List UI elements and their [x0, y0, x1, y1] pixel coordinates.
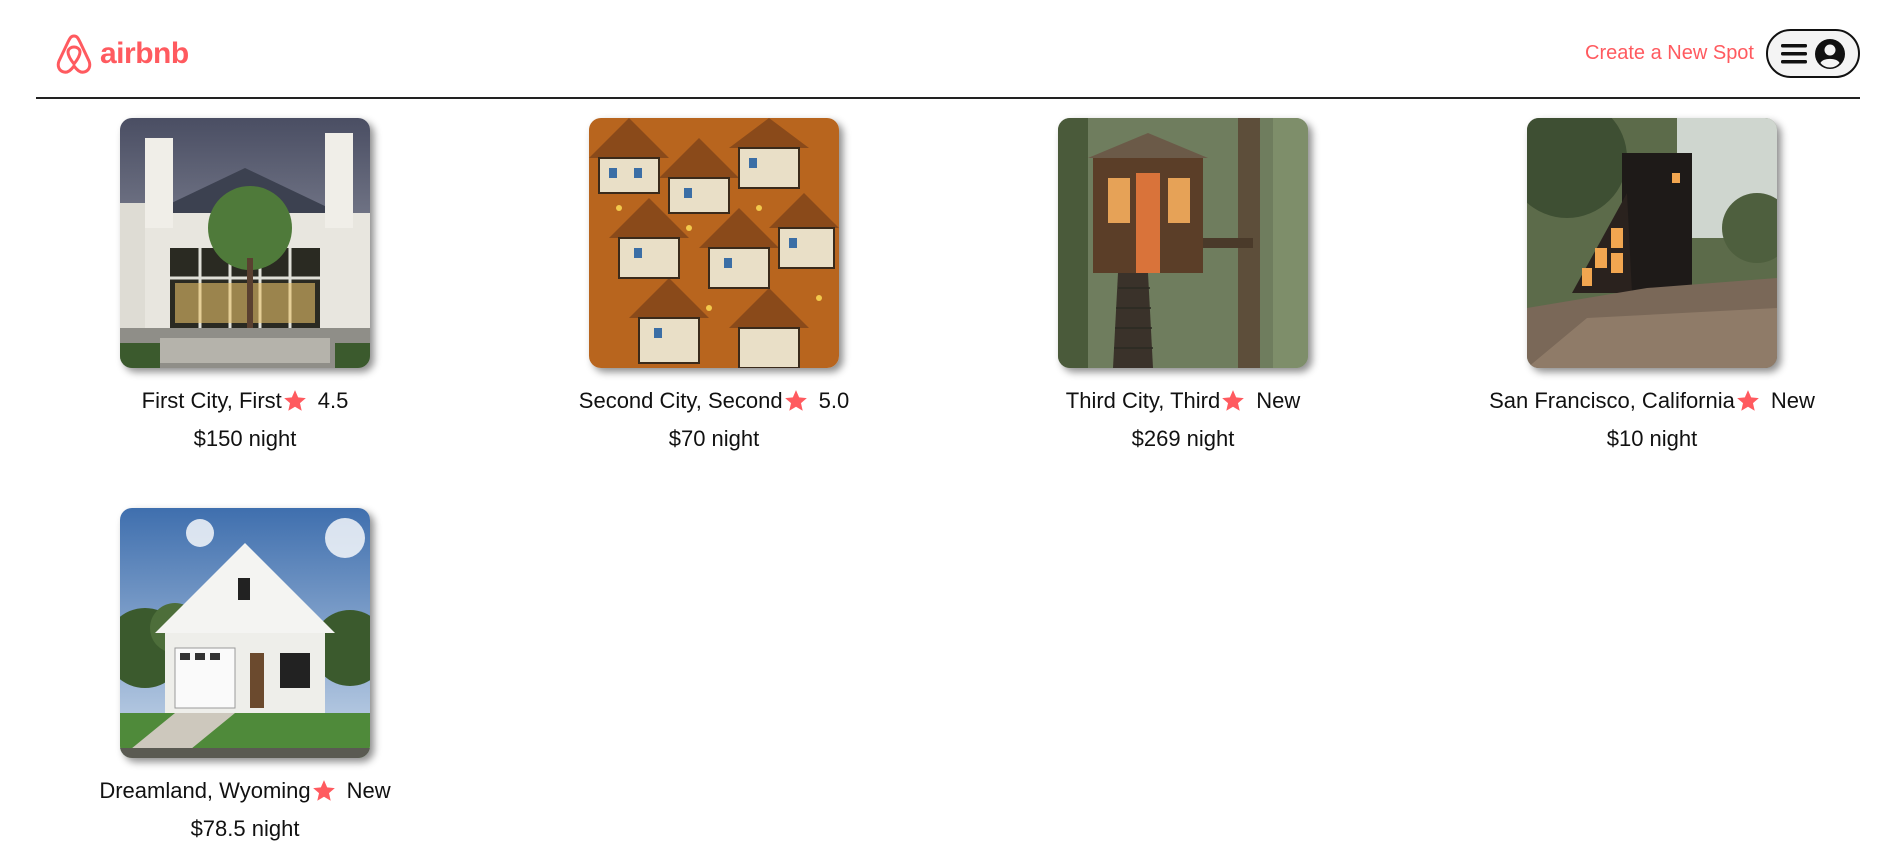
airbnb-logo-icon — [56, 34, 92, 74]
spot-price: $78.5 night — [190, 816, 300, 841]
spot-image — [1058, 118, 1308, 368]
spot-rating: 5.0 — [818, 388, 850, 413]
profile-menu-button[interactable] — [1766, 29, 1860, 78]
spot-location: San Francisco, California — [1489, 388, 1735, 413]
spot-card[interactable]: Dreamland, Wyoming New $78.5 night — [10, 508, 480, 842]
logo-text: airbnb — [100, 37, 189, 70]
airbnb-logo[interactable]: airbnb — [54, 32, 189, 76]
hamburger-icon — [1781, 43, 1807, 63]
spot-image — [120, 508, 370, 758]
spot-image — [589, 118, 839, 368]
spot-location: First City, First — [141, 388, 282, 413]
spot-image — [1527, 118, 1777, 368]
spot-rating: New — [1256, 388, 1301, 413]
spot-card[interactable]: Second City, Second 5.0 $70 night — [479, 118, 949, 452]
star-icon — [784, 390, 807, 411]
spot-location: Dreamland, Wyoming — [99, 778, 311, 803]
create-spot-link[interactable]: Create a New Spot — [1585, 42, 1754, 65]
user-circle-icon — [1815, 38, 1845, 69]
spot-price: $10 night — [1606, 426, 1698, 451]
star-icon — [283, 390, 306, 411]
spot-rating: New — [1770, 388, 1815, 413]
spot-price: $70 night — [668, 426, 760, 451]
spot-image — [120, 118, 370, 368]
spot-location: Second City, Second — [578, 388, 783, 413]
star-icon — [312, 780, 335, 801]
spot-rating: New — [346, 778, 391, 803]
site-header: airbnb Create a New Spot — [36, 0, 1860, 99]
spot-rating: 4.5 — [317, 388, 349, 413]
spot-card[interactable]: San Francisco, California New $10 night — [1417, 118, 1887, 452]
spot-card[interactable]: Third City, Third New $269 night — [948, 118, 1418, 452]
spot-location: Third City, Third — [1065, 388, 1221, 413]
star-icon — [1222, 390, 1245, 411]
spot-card[interactable]: First City, First 4.5 $150 night — [10, 118, 480, 452]
spot-price: $269 night — [1131, 426, 1235, 451]
spot-price: $150 night — [193, 426, 297, 451]
star-icon — [1737, 390, 1759, 411]
